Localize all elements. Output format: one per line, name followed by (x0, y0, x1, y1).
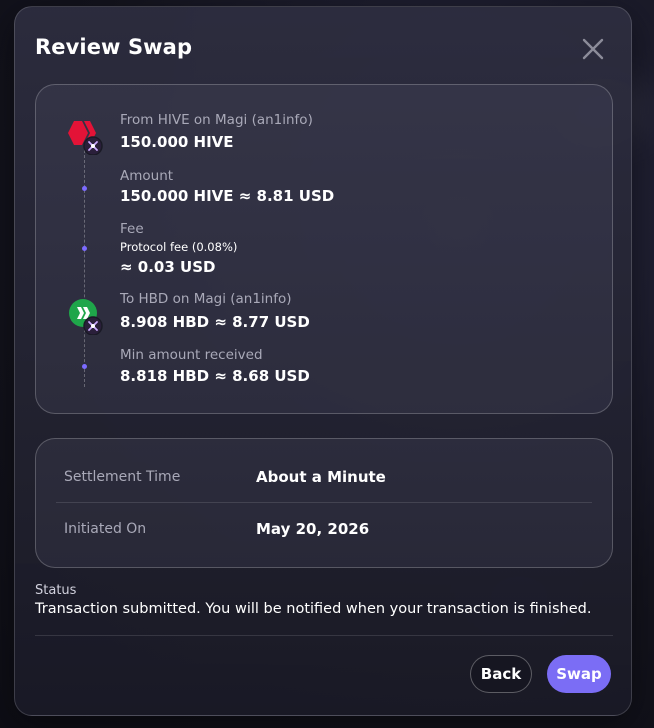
status-label: Status (35, 583, 77, 598)
timeline-dot (82, 364, 87, 369)
settlement-time-value: About a Minute (256, 468, 386, 486)
to-value: 8.908 HBD ≈ 8.77 USD (120, 313, 310, 331)
details-divider (56, 502, 592, 503)
fee-detail: Protocol fee (0.08%) (120, 240, 238, 254)
min-received-label: Min amount received (120, 347, 263, 363)
from-label: From HIVE on Magi (an1info) (120, 112, 313, 128)
hbd-coin-icon (68, 297, 103, 336)
swap-details-card: Settlement Time About a Minute Initiated… (35, 438, 613, 568)
to-label: To HBD on Magi (an1info) (120, 291, 292, 307)
settlement-time-label: Settlement Time (64, 469, 181, 485)
swap-button[interactable]: Swap (547, 655, 611, 693)
review-swap-dialog: Review Swap From HIVE on Magi (an1info) … (14, 6, 632, 716)
timeline-line (84, 145, 85, 387)
amount-value: 150.000 HIVE ≈ 8.81 USD (120, 187, 335, 205)
swap-route-card: From HIVE on Magi (an1info) 150.000 HIVE… (35, 84, 613, 414)
footer-divider (35, 635, 613, 636)
status-message: Transaction submitted. You will be notif… (35, 601, 592, 617)
amount-label: Amount (120, 168, 174, 184)
timeline-dot (82, 246, 87, 251)
fee-label: Fee (120, 221, 144, 237)
hive-coin-icon (68, 117, 103, 156)
min-received-value: 8.818 HBD ≈ 8.68 USD (120, 367, 310, 385)
initiated-on-label: Initiated On (64, 521, 147, 537)
back-button[interactable]: Back (470, 655, 532, 693)
close-icon[interactable] (581, 37, 605, 61)
from-value: 150.000 HIVE (120, 133, 234, 151)
initiated-on-value: May 20, 2026 (256, 520, 370, 538)
dialog-title: Review Swap (35, 35, 193, 59)
timeline-dot (82, 186, 87, 191)
fee-value: ≈ 0.03 USD (120, 258, 216, 276)
